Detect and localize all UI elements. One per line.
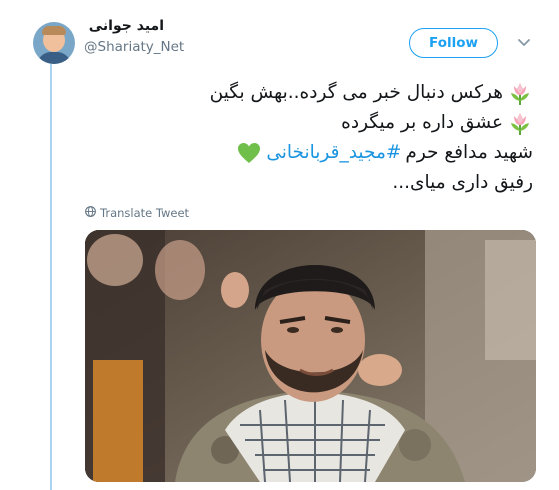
avatar[interactable] xyxy=(33,22,75,64)
translate-tweet-link[interactable]: Translate Tweet xyxy=(85,206,189,220)
tulip-icon xyxy=(507,80,533,106)
globe-icon xyxy=(85,206,96,220)
thread-line xyxy=(50,64,52,490)
tweet-line-2: عشق داره بر میگرده xyxy=(341,112,503,133)
tulip-icon xyxy=(507,110,533,136)
tweet-text: هرکس دنبال خبر می گرده..بهش بگین عشق دار… xyxy=(180,78,533,198)
translate-label: Translate Tweet xyxy=(100,206,190,220)
photo-illustration xyxy=(85,230,536,482)
follow-button[interactable]: Follow xyxy=(409,28,498,58)
tweet-line-4: رفیق داری میای... xyxy=(392,172,533,193)
hashtag-link[interactable]: #مجید_قربانخانی xyxy=(266,138,401,168)
author-handle[interactable]: @Shariaty_Net xyxy=(84,39,184,55)
author-display-name[interactable]: امید جوانی xyxy=(84,18,164,34)
tweet-photo[interactable] xyxy=(85,230,536,482)
tweet-line: رفیق داری میای... xyxy=(180,168,533,198)
tweet-line-1: هرکس دنبال خبر می گرده..بهش بگین xyxy=(209,82,503,103)
chevron-down-icon[interactable] xyxy=(517,36,531,50)
green-heart-icon xyxy=(236,140,262,166)
tweet-line: هرکس دنبال خبر می گرده..بهش بگین xyxy=(180,78,533,108)
tweet-line: عشق داره بر میگرده xyxy=(180,108,533,138)
tweet-line-3-prefix: شهید مدافع حرم xyxy=(405,142,533,163)
tweet-line: شهید مدافع حرم #مجید_قربانخانی xyxy=(180,138,533,168)
